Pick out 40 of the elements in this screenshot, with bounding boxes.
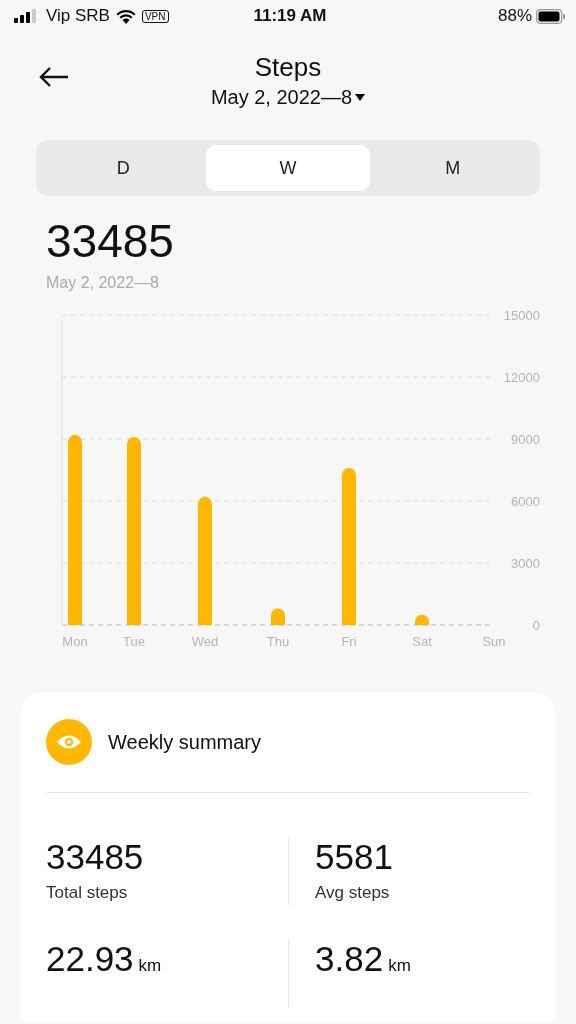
bar <box>415 614 429 625</box>
axis-day-label: Thu <box>266 634 290 649</box>
stat-value: 3.82 <box>315 939 384 979</box>
axis-tick-label: 6000 <box>511 494 540 509</box>
axis-tick-label: 3000 <box>511 556 540 571</box>
axis-day-label: Fri <box>341 634 357 649</box>
page-title: Steps <box>253 51 323 84</box>
axis-tick-label: 15000 <box>503 308 540 323</box>
period-tab[interactable]: W <box>205 145 371 191</box>
wifi-icon <box>115 8 136 24</box>
back-arrow-icon <box>38 66 70 88</box>
stat-value: 5581 <box>315 837 393 877</box>
battery-icon <box>536 8 566 24</box>
stat-value: 22.93 <box>46 939 134 979</box>
axis-day-label: Mon <box>62 634 88 649</box>
stat-value: 33485 <box>46 837 144 877</box>
stat-label: Avg steps <box>315 883 391 903</box>
axis-day-label: Wed <box>191 634 219 649</box>
stat-label: Total steps <box>46 883 129 903</box>
date-selector[interactable]: May 2, 2022—8 <box>210 86 366 109</box>
stat-unit: km <box>138 955 162 977</box>
axis-day-label: Tue <box>123 634 145 649</box>
card-title: Weekly summary <box>108 730 261 754</box>
vpn-badge: VPN <box>141 9 169 23</box>
axis-tick-label: 0 <box>532 618 540 633</box>
battery-percentage: 88% <box>497 6 532 26</box>
axis-day-label: Sun <box>482 634 506 649</box>
date-range: May 2, 2022—8 <box>46 274 160 292</box>
stat-unit: km <box>388 955 411 977</box>
clock-time: 11:19 AM <box>252 6 328 26</box>
eye-icon <box>46 719 92 765</box>
period-tab[interactable]: M <box>370 145 535 191</box>
axis-day-label: Sat <box>412 634 432 649</box>
axis-tick-label: 12000 <box>503 370 540 385</box>
carrier-name: Vip SRB <box>46 6 110 26</box>
period-tab[interactable]: D <box>41 145 206 191</box>
total-steps-value: 33485 <box>46 214 175 268</box>
axis-tick-label: 9000 <box>511 432 540 447</box>
bar <box>271 608 285 625</box>
caret-icon <box>355 94 366 101</box>
